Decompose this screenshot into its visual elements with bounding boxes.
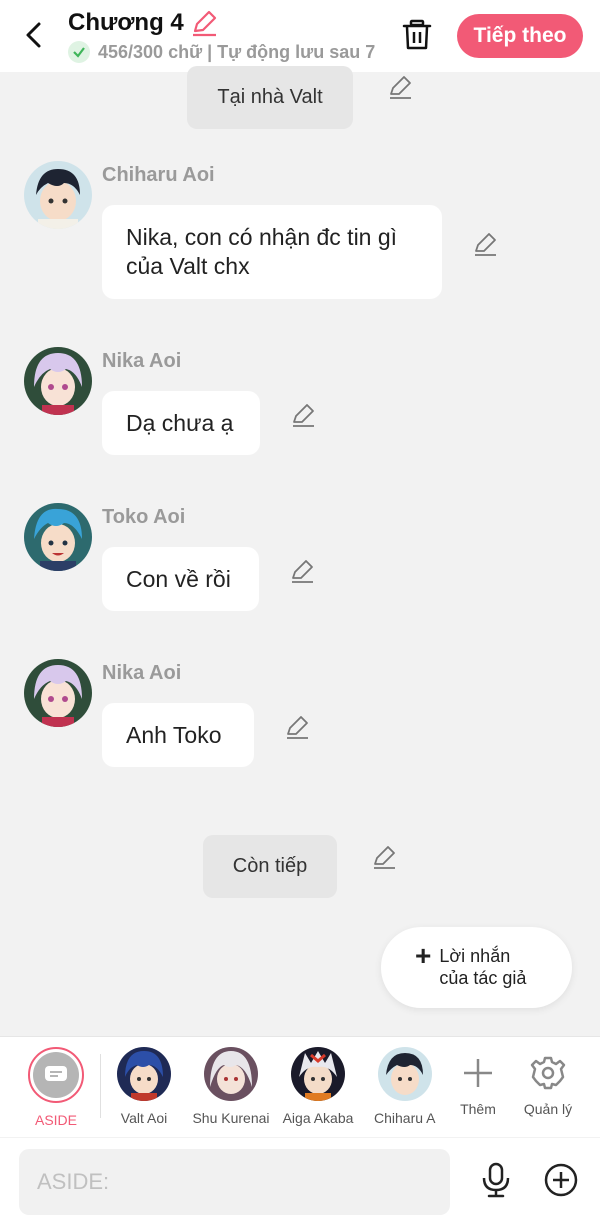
character-aside[interactable]: ASIDE — [16, 1047, 96, 1128]
add-character-button[interactable]: Thêm — [438, 1047, 518, 1117]
author-note-button[interactable]: + Lời nhắn của tác giả — [381, 927, 572, 1008]
chat-bubble-icon — [33, 1052, 79, 1098]
character-label: Valt Aoi — [120, 1110, 168, 1126]
character-label: ASIDE — [34, 1112, 77, 1128]
pencil-icon[interactable] — [472, 231, 498, 257]
pencil-icon[interactable] — [289, 558, 315, 584]
manage-characters-button[interactable]: Quản lý — [508, 1047, 588, 1117]
check-icon — [68, 41, 90, 63]
message-text: Anh Toko — [126, 721, 222, 748]
pencil-icon[interactable] — [371, 844, 397, 870]
message-bubble[interactable]: Nika, con có nhận đc tin gì của Valt chx — [102, 205, 442, 299]
avatar — [378, 1047, 432, 1101]
message-text: Nika, con có nhận đc tin gì của Valt chx — [126, 224, 398, 279]
character-valt[interactable]: Valt Aoi — [104, 1047, 184, 1126]
character-name: Nika Aoi — [102, 350, 182, 372]
avatar[interactable] — [24, 347, 92, 415]
aside-selected-ring — [28, 1047, 84, 1103]
microphone-icon[interactable] — [480, 1162, 512, 1198]
save-status: 456/300 chữ | Tự động lưu sau 7 — [68, 41, 378, 63]
message-text: Dạ chưa ạ — [126, 409, 234, 436]
chapter-title: Chương 4 — [68, 9, 184, 36]
add-character-label: Thêm — [460, 1101, 496, 1117]
narration-text: Còn tiếp — [232, 855, 308, 877]
plus-icon: + — [415, 940, 432, 971]
character-shu[interactable]: Shu Kurenai — [191, 1047, 271, 1126]
character-chiharu[interactable]: Chiharu Aoi — [365, 1047, 445, 1126]
character-bar: ASIDE Valt Aoi Shu Kurenai Aiga Akaba Ch… — [0, 1036, 600, 1137]
author-note-label: Lời nhắn của tác giả — [439, 946, 527, 988]
message-bubble[interactable]: Anh Toko — [102, 703, 254, 767]
manage-characters-label: Quản lý — [523, 1101, 573, 1117]
message-bubble[interactable]: Dạ chưa ạ — [102, 391, 260, 455]
narration-pill[interactable]: Còn tiếp — [203, 835, 337, 898]
narration-text: Tại nhà Valt — [217, 86, 323, 108]
avatar — [117, 1047, 171, 1101]
character-aiga[interactable]: Aiga Akaba — [278, 1047, 358, 1126]
message-input[interactable] — [19, 1149, 450, 1215]
character-label: Aiga Akaba — [282, 1110, 354, 1126]
message-text: Con về rồi — [126, 565, 231, 592]
character-name: Nika Aoi — [102, 662, 182, 684]
next-button[interactable]: Tiếp theo — [457, 14, 583, 58]
pencil-icon[interactable] — [284, 714, 310, 740]
character-name: Toko Aoi — [102, 506, 186, 528]
word-count-status: 456/300 chữ | Tự động lưu sau 7 — [98, 41, 376, 62]
chapter-title-row: Chương 4 — [68, 9, 218, 37]
header: Chương 4 456/300 chữ | Tự động lưu sau 7… — [0, 0, 600, 72]
input-bar — [0, 1138, 600, 1227]
character-bar-divider — [100, 1054, 101, 1118]
avatar[interactable] — [24, 161, 92, 229]
pencil-icon[interactable] — [190, 9, 218, 37]
trash-icon[interactable] — [400, 18, 434, 52]
avatar[interactable] — [24, 659, 92, 727]
narration-pill[interactable]: Tại nhà Valt — [187, 66, 353, 129]
character-name: Chiharu Aoi — [102, 164, 215, 186]
pencil-icon[interactable] — [290, 402, 316, 428]
pencil-icon[interactable] — [387, 74, 413, 100]
plus-circle-icon[interactable] — [544, 1163, 578, 1197]
avatar — [204, 1047, 258, 1101]
plus-icon — [464, 1059, 492, 1087]
back-arrow-icon[interactable] — [20, 20, 48, 50]
character-label: Chiharu Aoi — [374, 1110, 436, 1126]
gear-icon — [530, 1056, 566, 1090]
message-bubble[interactable]: Con về rồi — [102, 547, 259, 611]
avatar[interactable] — [24, 503, 92, 571]
avatar — [291, 1047, 345, 1101]
character-label: Shu Kurenai — [192, 1110, 270, 1126]
